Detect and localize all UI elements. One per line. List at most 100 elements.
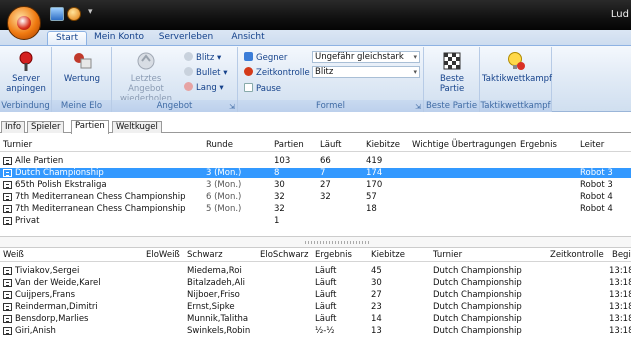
col-turnier[interactable]: Turnier: [433, 250, 462, 260]
tournament-partien: 1: [274, 216, 280, 226]
tournament-row-selected[interactable]: Dutch Championship 3 (Mon.) 8 7 174 Robo…: [0, 168, 631, 178]
quick-access-board-icon[interactable]: [67, 7, 81, 21]
gegner-button[interactable]: Gegner: [244, 52, 287, 64]
tab-spieler[interactable]: Spieler: [27, 121, 65, 133]
col-schwarz[interactable]: Schwarz: [187, 250, 223, 260]
bullet-button[interactable]: Bullet ▾: [184, 67, 227, 79]
blitz-button[interactable]: Blitz ▾: [184, 52, 221, 64]
tournament-row[interactable]: 7th Mediterranean Chess Championship 6 (…: [0, 192, 631, 202]
tournament-leiter: Robot 3: [580, 180, 613, 190]
game-result: ½-½: [315, 326, 335, 336]
tournament-row[interactable]: 65th Polish Ekstraliga 3 (Mon.) 30 27 17…: [0, 180, 631, 190]
col-zeitkontrolle[interactable]: Zeitkontrolle: [550, 250, 604, 260]
col-partien[interactable]: Partien: [274, 140, 304, 150]
game-kiebitze: 23: [371, 302, 382, 312]
game-icon: [3, 327, 12, 335]
col-eloweiss[interactable]: EloWeiß: [146, 250, 180, 260]
lang-button[interactable]: Lang ▾: [184, 82, 224, 94]
col-kiebitze[interactable]: Kiebitze: [366, 140, 400, 150]
game-turnier: Dutch Championship: [433, 326, 522, 336]
game-row[interactable]: Reinderman,Dimitri Ernst,Sipke Läuft 23 …: [0, 302, 631, 312]
game-result: Läuft: [315, 278, 337, 288]
games-table-header: Weiß EloWeiß Schwarz EloSchwarz Ergebnis…: [0, 248, 631, 262]
tournament-name: 7th Mediterranean Chess Championship: [15, 192, 186, 202]
tournament-name: Dutch Championship: [15, 168, 104, 178]
game-white: Reinderman,Dimitri: [15, 302, 98, 312]
chessboard-icon: [443, 52, 461, 70]
server-anpingen-button[interactable]: Server anpingen: [2, 50, 50, 94]
tournament-leiter: Robot 3: [580, 168, 613, 178]
tab-partien[interactable]: Partien: [71, 120, 109, 134]
game-result: Läuft: [315, 290, 337, 300]
blitz-icon: [184, 52, 193, 61]
col-runde[interactable]: Runde: [206, 140, 233, 150]
game-turnier: Dutch Championship: [433, 302, 522, 312]
quick-access-save-icon[interactable]: [50, 7, 64, 21]
game-result: Läuft: [315, 302, 337, 312]
col-laeuft[interactable]: Läuft: [320, 140, 342, 150]
group-verbindung: Server anpingen Verbindung: [0, 47, 52, 112]
tournament-partien: 32: [274, 192, 285, 202]
game-icon: [3, 291, 12, 299]
zeitkontrolle-button[interactable]: Zeitkontrolle: [244, 67, 310, 79]
game-kiebitze: 30: [371, 278, 382, 288]
letztes-angebot-button[interactable]: Letztes Angebot wiederholen: [115, 50, 177, 104]
col-wichtige-uebertragungen[interactable]: Wichtige Übertragungen: [412, 140, 516, 150]
tournament-name: 65th Polish Ekstraliga: [15, 180, 107, 190]
group-label-formel: Formel: [238, 100, 423, 112]
col-leiter[interactable]: Leiter: [580, 140, 604, 150]
app-logo-icon: [17, 16, 31, 30]
group-label-angebot: Angebot: [112, 100, 237, 112]
col-ergebnis[interactable]: Ergebnis: [315, 250, 352, 260]
application-menu-button[interactable]: [7, 6, 41, 40]
gegner-select[interactable]: Ungefähr gleichstark ▾: [312, 51, 420, 63]
col-turnier[interactable]: Turnier: [3, 140, 32, 150]
game-result: Läuft: [315, 266, 337, 276]
col-weiss[interactable]: Weiß: [3, 250, 24, 260]
tournament-laeuft: 32: [320, 192, 331, 202]
application-window: ▾ Lud Start Mein Konto Serverleben Ansic…: [0, 0, 631, 340]
game-begin: 13:18: [609, 278, 631, 288]
game-row[interactable]: Van der Weide,Karel Bitalzadeh,Ali Läuft…: [0, 278, 631, 288]
formel-dialog-launcher-icon[interactable]: ⇲: [415, 103, 421, 111]
zeitkontrolle-select[interactable]: Blitz ▾: [312, 66, 420, 78]
taktikwettkampf-button[interactable]: Taktikwettkampf: [482, 50, 553, 84]
window-title: Lud: [610, 9, 629, 20]
game-white: Bensdorp,Marlies: [15, 314, 89, 324]
group-meine-elo: Wertung Meine Elo: [52, 47, 112, 112]
group-label-taktikwettkampf: Taktikwettkampf: [480, 100, 551, 112]
pause-toggle[interactable]: Pause: [244, 83, 281, 95]
tournament-row[interactable]: 7th Mediterranean Chess Championship 5 (…: [0, 204, 631, 214]
tournament-row[interactable]: Privat 1: [0, 216, 631, 226]
angebot-dialog-launcher-icon[interactable]: ⇲: [229, 103, 235, 111]
tournament-row[interactable]: Alle Partien 103 66 419: [0, 156, 631, 166]
game-row[interactable]: Bensdorp,Marlies Munnik,Talitha Läuft 14…: [0, 314, 631, 324]
wertung-button[interactable]: Wertung: [54, 50, 110, 84]
col-ergebnis[interactable]: Ergebnis: [520, 140, 557, 150]
pause-checkbox[interactable]: [244, 83, 253, 92]
tournament-icon: [3, 169, 12, 177]
tournament-icon: [3, 205, 12, 213]
tab-serverleben[interactable]: Serverleben: [158, 31, 214, 45]
tab-info[interactable]: Info: [1, 121, 26, 133]
col-kiebitze[interactable]: Kiebitze: [371, 250, 405, 260]
col-beginn[interactable]: Begi: [612, 250, 631, 260]
pane-splitter[interactable]: [0, 236, 631, 248]
tab-ansicht[interactable]: Ansicht: [226, 31, 270, 45]
tab-start[interactable]: Start: [47, 31, 87, 45]
quick-access-dropdown-icon[interactable]: ▾: [88, 7, 93, 17]
group-label-meine-elo: Meine Elo: [52, 100, 111, 112]
tab-weltkugel[interactable]: Weltkugel: [112, 121, 162, 133]
wertung-label: Wertung: [63, 74, 101, 84]
beste-partie-button[interactable]: Beste Partie: [426, 50, 478, 94]
lang-label: Lang: [196, 83, 217, 93]
zeitkontrolle-dropdown-icon: ▾: [413, 68, 417, 76]
game-row[interactable]: Tiviakov,Sergei Miedema,Roi Läuft 45 Dut…: [0, 266, 631, 276]
col-eloschwarz[interactable]: EloSchwarz: [260, 250, 309, 260]
game-row[interactable]: Giri,Anish Swinkels,Robin ½-½ 13 Dutch C…: [0, 326, 631, 336]
taktikwettkampf-label: Taktikwettkampf: [482, 74, 553, 84]
tab-mein-konto[interactable]: Mein Konto: [92, 31, 146, 45]
tournament-kiebitze: 18: [366, 204, 377, 214]
game-row[interactable]: Cuijpers,Frans Nijboer,Friso Läuft 27 Du…: [0, 290, 631, 300]
game-black: Bitalzadeh,Ali: [187, 278, 246, 288]
